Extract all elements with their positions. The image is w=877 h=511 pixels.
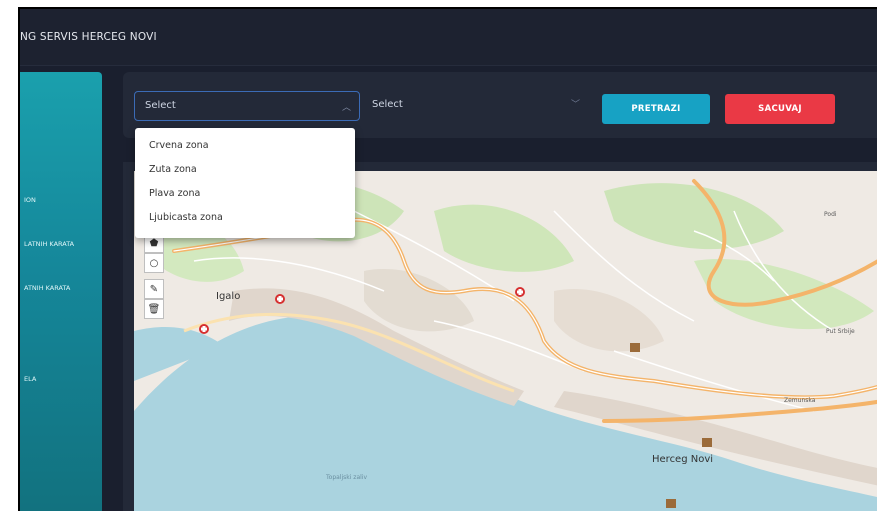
map-label-herceg-novi: Herceg Novi: [652, 454, 714, 465]
map-label-zemunska: Zemunska: [784, 397, 816, 404]
app-frame: NG SERVIS HERCEG NOVI ION LATNIH KARATA …: [18, 7, 877, 511]
trash-icon[interactable]: 🗑: [144, 299, 164, 319]
app-title: NG SERVIS HERCEG NOVI: [20, 31, 157, 43]
sidebar-item-1[interactable]: ION: [24, 196, 36, 204]
sidebar-item-4[interactable]: ELA: [24, 375, 36, 383]
save-button[interactable]: SACUVAJ: [725, 94, 835, 124]
dropdown-option-crvena[interactable]: Crvena zona: [149, 140, 209, 151]
draw-toolbar: ⬟ ○ ✎ 🗑: [144, 233, 164, 319]
dropdown-option-zuta[interactable]: Zuta zona: [149, 164, 197, 175]
map-label-topaljski-zaliv: Topaljski zaliv: [326, 474, 368, 481]
second-select-value: Select: [372, 99, 403, 110]
map-label-put-srbije: Put Srbije: [826, 328, 855, 335]
edit-icon[interactable]: ✎: [144, 279, 164, 299]
sidebar-item-2[interactable]: LATNIH KARATA: [24, 240, 74, 248]
dropdown-option-plava[interactable]: Plava zona: [149, 188, 200, 199]
sidebar-item-3[interactable]: ATNIH KARATA: [24, 284, 70, 292]
dropdown-option-ljubicasta[interactable]: Ljubicasta zona: [149, 212, 223, 223]
second-select[interactable]: Select ﹀: [366, 91, 586, 121]
zone-select-value: Select: [145, 100, 176, 111]
chevron-up-icon: ︿: [341, 103, 351, 113]
map-label-igalo: Igalo: [216, 291, 241, 302]
sidebar: ION LATNIH KARATA ATNIH KARATA ELA: [20, 72, 102, 511]
search-button[interactable]: PRETRAZI: [602, 94, 710, 124]
zone-dropdown-menu: Crvena zona Zuta zona Plava zona Ljubica…: [135, 128, 355, 238]
top-bar: NG SERVIS HERCEG NOVI: [20, 9, 877, 66]
circle-icon[interactable]: ○: [144, 253, 164, 273]
zone-select[interactable]: Select ︿: [134, 91, 360, 121]
chevron-down-icon: ﹀: [570, 100, 580, 110]
map-label-podi: Podi: [824, 211, 837, 218]
